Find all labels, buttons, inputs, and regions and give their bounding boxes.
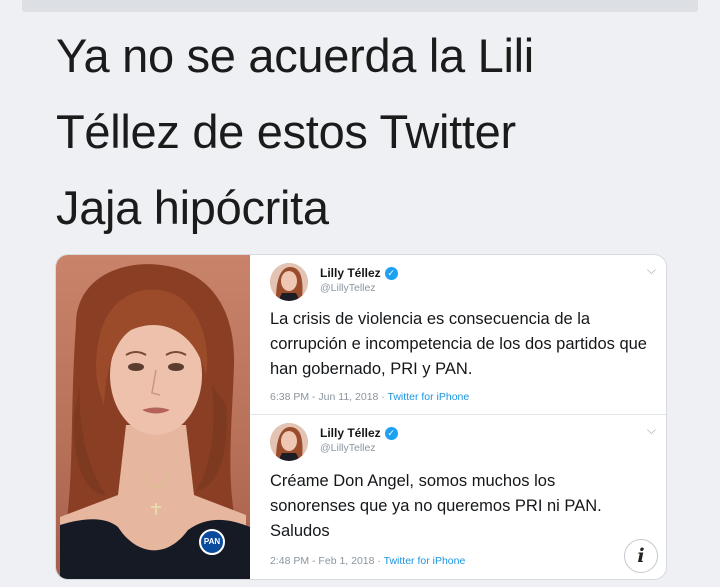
tweet-author-name[interactable]: Lilly Téllez ✓ [320,426,398,440]
tweet-client-link[interactable]: Twitter for iPhone [384,555,466,567]
pan-badge-label: PAN [203,537,221,546]
tweet-avatar[interactable] [270,423,308,461]
tweet-meta: 6:38 PM - Jun 11, 2018 · Twitter for iPh… [270,391,469,403]
tweet-author-handle[interactable]: @LillyTellez [320,282,376,294]
tweet-author-name[interactable]: Lilly Téllez ✓ [320,266,398,280]
chevron-down-icon[interactable]: ⌵ [647,263,656,278]
tweet-list: Lilly Téllez ✓ @LillyTellez ⌵ La crisis … [250,255,666,579]
author-name-text: Lilly Téllez [320,266,381,280]
caption-line-1: Ya no se acuerda la Lili [56,29,534,82]
tweet-timestamp[interactable]: 2:48 PM - Feb 1, 2018 · [270,555,384,567]
tweet-1[interactable]: Lilly Téllez ✓ @LillyTellez ⌵ La crisis … [250,255,666,415]
tweet-text: Créame Don Angel, somos muchos los sonor… [270,472,602,540]
author-name-text: Lilly Téllez [320,426,381,440]
info-icon[interactable]: i [624,539,658,573]
screenshot-card: PAN Lilly Téllez ✓ @LillyTellez ⌵ La cri… [56,255,666,579]
verified-check-icon: ✓ [384,266,398,280]
pan-badge: PAN [199,529,225,555]
caption-line-3: Jaja hipócrita [56,181,329,234]
tweet-2[interactable]: Lilly Téllez ✓ @LillyTellez ⌵ Créame Don… [250,415,666,579]
tweet-author-handle[interactable]: @LillyTellez [320,442,376,454]
meme-caption: Ya no se acuerda la Lili Téllez de estos… [56,18,696,246]
chevron-down-icon[interactable]: ⌵ [647,423,656,438]
top-strip [22,0,698,12]
tweet-timestamp[interactable]: 6:38 PM - Jun 11, 2018 · [270,391,388,403]
tweet-client-link[interactable]: Twitter for iPhone [388,391,470,403]
tweet-meta: 2:48 PM - Feb 1, 2018 · Twitter for iPho… [270,555,465,567]
verified-check-icon: ✓ [384,426,398,440]
tweet-avatar[interactable] [270,263,308,301]
portrait-photo: PAN [56,255,250,579]
caption-line-2: Téllez de estos Twitter [56,105,516,158]
tweet-text: La crisis de violencia es consecuencia d… [270,310,647,378]
